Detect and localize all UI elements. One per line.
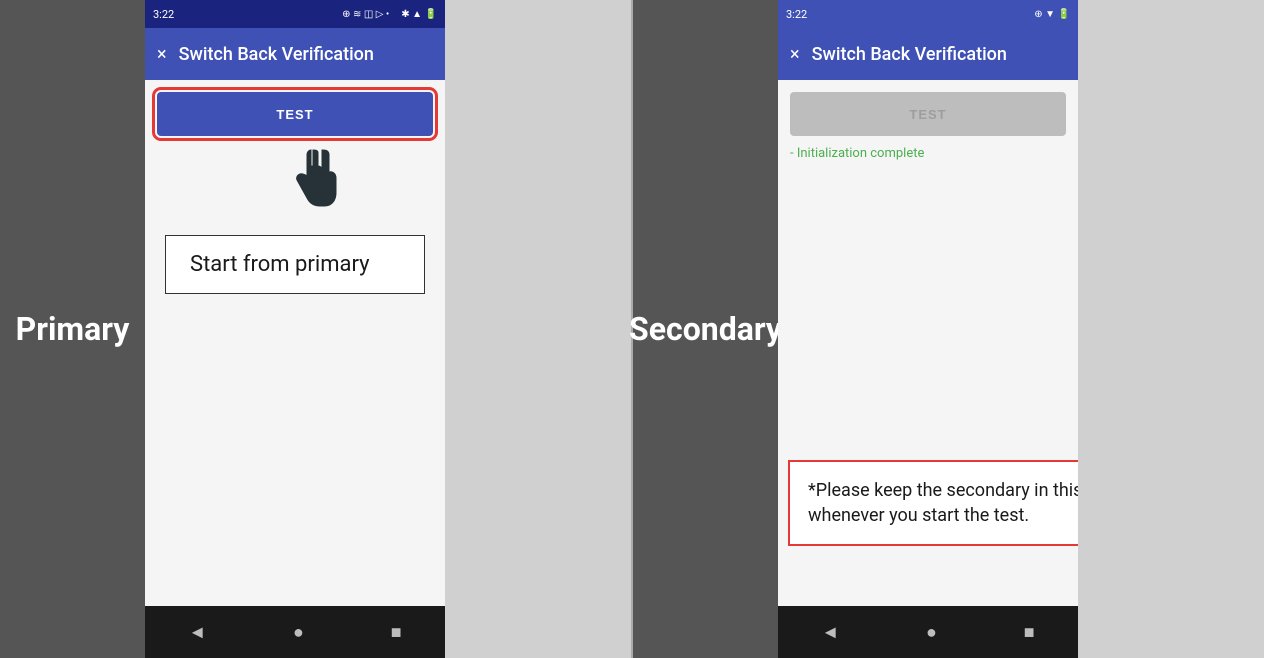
secondary-label: Secondary (633, 0, 778, 658)
primary-app-title: Switch Back Verification (179, 44, 374, 65)
primary-content: TEST Start from primary (145, 80, 445, 606)
primary-time: 3:22 (153, 8, 174, 21)
primary-notification-icons: ⊕ ≋ ◫ ▷ • (342, 9, 389, 20)
primary-back-button[interactable]: ◄ (188, 622, 206, 643)
left-panel: Primary 3:22 ⊕ ≋ ◫ ▷ • ✱ ▲ 🔋 × Switch Ba… (0, 0, 631, 658)
secondary-home-button[interactable]: ● (926, 622, 937, 643)
notice-box: *Please keep the secondary in this state… (788, 460, 1078, 546)
initialization-status: - Initialization complete (790, 146, 1066, 161)
primary-status-icons: ⊕ ≋ ◫ ▷ • ✱ ▲ 🔋 (342, 9, 437, 20)
secondary-status-bar: 3:22 ⊕ ▼ 🔋 (778, 0, 1078, 28)
right-panel: Secondary 3:22 ⊕ ▼ 🔋 × Switch Back Verif… (633, 0, 1264, 658)
primary-close-button[interactable]: × (157, 44, 167, 65)
secondary-nav-bar: ◄ ● ■ (778, 606, 1078, 658)
primary-phone: 3:22 ⊕ ≋ ◫ ▷ • ✱ ▲ 🔋 × Switch Back Verif… (145, 0, 445, 658)
secondary-time: 3:22 (786, 8, 807, 21)
secondary-recents-button[interactable]: ■ (1024, 622, 1035, 643)
secondary-close-button[interactable]: × (790, 44, 800, 65)
secondary-phone: 3:22 ⊕ ▼ 🔋 × Switch Back Verification TE… (778, 0, 1078, 658)
primary-label: Primary (0, 0, 145, 658)
primary-status-bar: 3:22 ⊕ ≋ ◫ ▷ • ✱ ▲ 🔋 (145, 0, 445, 28)
primary-recents-button[interactable]: ■ (391, 622, 402, 643)
primary-app-bar: × Switch Back Verification (145, 28, 445, 80)
secondary-app-title: Switch Back Verification (812, 44, 1007, 65)
primary-home-button[interactable]: ● (293, 622, 304, 643)
secondary-content: TEST - Initialization complete *Please k… (778, 80, 1078, 606)
start-from-primary-box: Start from primary (165, 235, 425, 294)
secondary-back-button[interactable]: ◄ (821, 622, 839, 643)
secondary-app-bar: × Switch Back Verification (778, 28, 1078, 80)
hand-cursor-icon (285, 148, 340, 226)
primary-nav-bar: ◄ ● ■ (145, 606, 445, 658)
secondary-status-icons: ⊕ ▼ 🔋 (1034, 9, 1070, 20)
primary-signal-icons: ✱ ▲ 🔋 (401, 9, 437, 20)
secondary-signal-icons: ⊕ ▼ 🔋 (1034, 9, 1070, 20)
primary-test-button[interactable]: TEST (157, 92, 433, 136)
secondary-test-button[interactable]: TEST (790, 92, 1066, 136)
